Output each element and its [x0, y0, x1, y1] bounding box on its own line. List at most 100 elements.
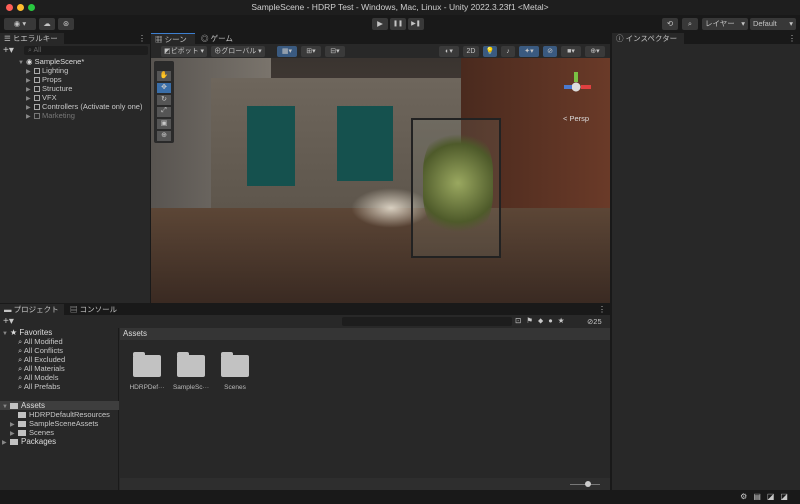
main-toolbar: ◉ ▾ ☁ ⊛ ▶ ❚❚ ▶❚ ⟲ ⌕ レイヤー ▾ Default ▾: [0, 15, 800, 33]
filter-icons[interactable]: ⊡⚑⬥●★: [515, 316, 570, 326]
history-icon[interactable]: ⟲: [662, 18, 678, 30]
pivot-dropdown[interactable]: ◩ピボット ▾: [161, 46, 207, 57]
pause-button[interactable]: ❚❚: [390, 18, 406, 30]
more-icon[interactable]: ⋮: [598, 305, 606, 314]
item-label: Props: [42, 75, 62, 84]
list-item[interactable]: ▶ Props: [26, 75, 62, 84]
account-button[interactable]: ◉ ▾: [4, 18, 36, 30]
tab-scene[interactable]: ▦ シーン: [151, 33, 195, 44]
transform-tool-icon[interactable]: ⊕: [157, 131, 171, 141]
list-item[interactable]: ▶ Structure: [26, 84, 72, 93]
folder-icon[interactable]: [221, 352, 249, 377]
favorite-item[interactable]: ⌕ All Models: [18, 373, 58, 382]
rotate-tool-icon[interactable]: ↻: [157, 95, 171, 105]
lighting-icon[interactable]: 💡: [483, 46, 497, 57]
minimize-window-button[interactable]: [17, 4, 24, 11]
tool-palette: ✋ ✥ ↻ ⤢ ▣ ⊕: [154, 61, 174, 143]
global-dropdown[interactable]: ⊕グローバル ▾: [211, 46, 265, 57]
zoom-window-button[interactable]: [28, 4, 35, 11]
assets-folder[interactable]: ▼ Assets: [0, 401, 119, 410]
2d-toggle[interactable]: 2D: [463, 46, 479, 57]
favorite-item[interactable]: ⌕ All Modified: [18, 337, 63, 346]
folder-label: SampleSceneAssets: [29, 419, 99, 428]
hidden-objects-icon[interactable]: ⊘: [543, 46, 557, 57]
audio-icon[interactable]: ♪: [501, 46, 515, 57]
item-label: Lighting: [42, 66, 69, 75]
folder-icon[interactable]: [177, 352, 205, 377]
packages-folder[interactable]: ▶ Packages: [2, 437, 56, 446]
collab-icon[interactable]: ⊛: [58, 18, 74, 30]
project-panel: ▬ プロジェクト ▤ コンソール ⋮ +▾ ⊡⚑⬥●★ ⊘25 ▼ ★ Favor…: [0, 304, 610, 490]
move-tool-icon[interactable]: ✥: [157, 83, 171, 93]
more-icon[interactable]: ⋮: [788, 34, 796, 43]
breadcrumb[interactable]: Assets: [120, 328, 610, 340]
door: [337, 106, 393, 181]
rect-tool-icon[interactable]: ▣: [157, 119, 171, 129]
list-item[interactable]: ▶ Marketing: [26, 111, 75, 120]
tab-console[interactable]: ▤ コンソール: [66, 304, 121, 315]
list-item[interactable]: ▶ VFX: [26, 93, 57, 102]
folder-icon[interactable]: [133, 352, 161, 377]
tab-project[interactable]: ▬ プロジェクト: [0, 304, 64, 315]
status-icons[interactable]: ⚙▤◪◪: [740, 492, 794, 501]
project-footer: [120, 478, 610, 490]
add-button[interactable]: +▾: [3, 45, 14, 56]
favorite-label: All Prefabs: [23, 382, 61, 391]
increment-snap-icon[interactable]: ⊟▾: [325, 46, 345, 57]
layout-dropdown[interactable]: Default ▾: [750, 18, 796, 30]
persp-label[interactable]: < Persp: [563, 114, 589, 123]
favorites-folder[interactable]: ▼ ★ Favorites: [2, 328, 52, 337]
camera-icon[interactable]: ■▾: [561, 46, 581, 57]
list-item[interactable]: ▶ Controllers (Activate only one): [26, 102, 142, 111]
effects-icon[interactable]: ✦▾: [519, 46, 539, 57]
hidden-count[interactable]: ⊘25: [587, 317, 602, 326]
scene-root[interactable]: ▼ ◉ SampleScene*: [18, 57, 84, 66]
gameobject-icon: [34, 95, 40, 101]
gameobject-icon: [34, 113, 40, 119]
list-item[interactable]: ▶ Lighting: [26, 66, 68, 75]
step-button[interactable]: ▶❚: [408, 18, 424, 30]
title-bar: SampleScene - HDRP Test - Windows, Mac, …: [0, 0, 800, 15]
tab-label: インスペクター: [625, 34, 678, 43]
favorites-label: Favorites: [19, 328, 53, 337]
asset-label[interactable]: HDRPDef···: [122, 384, 172, 391]
lock-icon[interactable]: ⋮: [138, 34, 146, 43]
layers-dropdown[interactable]: レイヤー ▾: [702, 18, 748, 30]
favorite-item[interactable]: ⌕ All Conflicts: [18, 346, 63, 355]
status-bar: ⚙▤◪◪: [0, 490, 800, 504]
tab-inspector[interactable]: ⓘ インスペクター: [612, 33, 684, 44]
gizmos-icon[interactable]: ⊕▾: [585, 46, 605, 57]
orientation-gizmo[interactable]: [561, 72, 591, 102]
project-search-input[interactable]: [342, 317, 512, 326]
cloud-icon[interactable]: ☁: [39, 18, 55, 30]
tab-game[interactable]: ◎ ゲーム: [197, 33, 237, 44]
favorite-label: All Models: [23, 373, 59, 382]
scale-tool-icon[interactable]: ⤢: [157, 107, 171, 117]
draw-mode-icon[interactable]: ◐▾: [439, 46, 459, 57]
tree-folder[interactable]: ▶ SampleSceneAssets: [10, 419, 98, 428]
folder-icon: [10, 403, 18, 409]
grid-snap-icon[interactable]: ▦▾: [277, 46, 297, 57]
folder-icon: [18, 430, 26, 436]
global-label: グローバル: [221, 48, 257, 55]
tree-folder[interactable]: ▶ Scenes: [10, 428, 54, 437]
favorite-item[interactable]: ⌕ All Materials: [18, 364, 65, 373]
tab-label: コンソール: [79, 305, 118, 314]
scene-viewport[interactable]: ✋ ✥ ↻ ⤢ ▣ ⊕ < Persp: [151, 58, 610, 303]
asset-label[interactable]: Scenes: [210, 384, 260, 391]
favorite-item[interactable]: ⌕ All Prefabs: [18, 382, 60, 391]
create-button[interactable]: +▾: [3, 316, 14, 327]
tree-folder[interactable]: HDRPDefaultResources: [18, 410, 110, 419]
tab-hierarchy[interactable]: ☰ ヒエラルキー: [0, 33, 64, 44]
hierarchy-panel: ☰ ヒエラルキー ⋮ +▾ ⌕ All ▼ ◉ SampleScene* ▶ Ligh…: [0, 33, 150, 303]
slider-thumb[interactable]: [585, 481, 591, 487]
snap-icon[interactable]: ⊞▾: [301, 46, 321, 57]
hand-tool-icon[interactable]: ✋: [157, 71, 171, 81]
search-icon[interactable]: ⌕: [682, 18, 698, 30]
play-button[interactable]: ▶: [372, 18, 388, 30]
asset-label[interactable]: SampleSc···: [166, 384, 216, 391]
close-window-button[interactable]: [6, 4, 13, 11]
favorite-item[interactable]: ⌕ All Excluded: [18, 355, 65, 364]
hidden-count-label: 25: [593, 317, 602, 326]
hierarchy-search-input[interactable]: ⌕ All: [24, 46, 148, 55]
